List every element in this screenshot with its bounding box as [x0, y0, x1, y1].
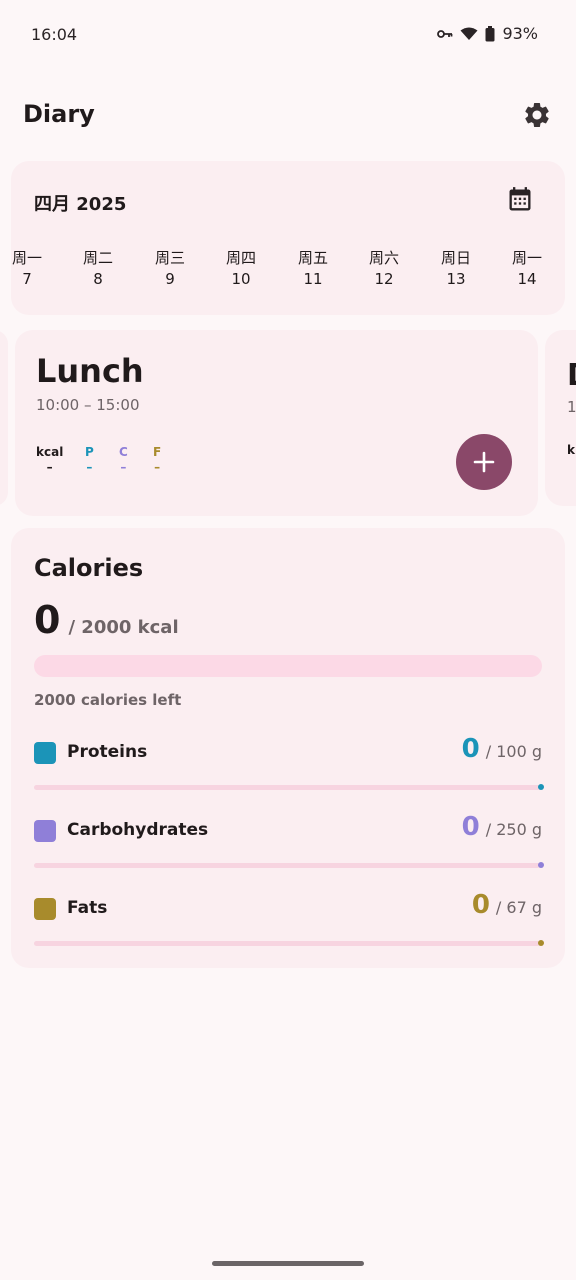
- nutrient-proteins: Proteins 0 / 100 g: [34, 734, 544, 800]
- nutrient-progress-bar: [34, 863, 540, 868]
- day-item[interactable]: 周一 14: [497, 248, 557, 290]
- nutrient-progress-bar: [34, 941, 540, 946]
- nutrient-goal: / 100 g: [485, 742, 542, 761]
- day-name: 周三: [154, 249, 185, 267]
- macro-value: –: [46, 460, 53, 474]
- calories-value: 0 / 2000 kcal: [34, 598, 179, 642]
- nutrient-value: 0: [461, 734, 480, 764]
- nutrient-label: Fats: [67, 898, 108, 918]
- top-app-bar: Diary: [0, 90, 576, 142]
- nutrient-values: 0 / 250 g: [462, 812, 542, 842]
- macro-value: –: [154, 460, 161, 474]
- macro-kcal: kcal –: [36, 444, 63, 474]
- day-name: 周一: [511, 249, 542, 267]
- next-meal-time: 1: [567, 398, 576, 416]
- nutrient-color-swatch: [34, 820, 56, 842]
- nutrient-value: 0: [471, 890, 490, 920]
- nutrient-progress-dot: [538, 862, 544, 868]
- day-number: 10: [231, 270, 251, 288]
- day-name: 周五: [297, 249, 328, 267]
- macro-value: –: [86, 460, 93, 474]
- macro-label: C: [119, 445, 128, 459]
- next-meal-title: D: [567, 358, 576, 393]
- day-item[interactable]: 周四 10: [211, 248, 271, 290]
- day-name: 周一: [11, 249, 42, 267]
- battery-icon: [485, 25, 495, 42]
- next-meal-card[interactable]: D 1 k: [545, 330, 576, 506]
- day-number: 14: [517, 270, 537, 288]
- calories-consumed: 0: [34, 598, 61, 642]
- gear-icon: [525, 103, 549, 127]
- day-item[interactable]: 周六 12: [354, 248, 414, 290]
- calories-summary-card: Calories 0 / 2000 kcal 2000 calories lef…: [11, 528, 565, 968]
- wifi-icon: [460, 27, 478, 41]
- open-calendar-button[interactable]: [503, 183, 537, 217]
- day-item[interactable]: 周五 11: [283, 248, 343, 290]
- status-bar: 16:04 93%: [0, 0, 576, 70]
- day-item[interactable]: 周一 7: [0, 248, 57, 290]
- nutrient-goal: / 250 g: [485, 820, 542, 839]
- calories-left-text: 2000 calories left: [34, 691, 182, 709]
- macro-label: kcal: [36, 445, 64, 459]
- day-item[interactable]: 周日 13: [426, 248, 486, 290]
- day-item[interactable]: 周二 8: [68, 248, 128, 290]
- macro-label: F: [153, 445, 162, 459]
- day-item[interactable]: 周三 9: [140, 248, 200, 290]
- day-number: 8: [93, 270, 103, 288]
- status-icons: 93%: [437, 24, 538, 43]
- nutrient-color-swatch: [34, 742, 56, 764]
- calendar-icon: [509, 187, 531, 211]
- status-time: 16:04: [31, 25, 78, 44]
- plus-icon: [473, 451, 495, 473]
- week-day-strip: 周一 7 周二 8 周三 9 周四 10 周五 11 周六 12 周日 13 周一 14: [0, 248, 576, 294]
- day-number: 7: [22, 270, 32, 288]
- nutrient-progress-bar: [34, 785, 540, 790]
- page-title: Diary: [23, 100, 95, 128]
- diary-screen: 16:04 93% Diary 四月 2025 周一 7 周二 8 周三 9 周…: [0, 0, 576, 1280]
- nutrient-progress-dot: [538, 784, 544, 790]
- nutrient-values: 0 / 100 g: [462, 734, 542, 764]
- calories-progress-bar: [34, 655, 542, 677]
- day-number: 13: [446, 270, 466, 288]
- gesture-navigation-bar[interactable]: [212, 1261, 364, 1266]
- calories-title: Calories: [34, 554, 144, 582]
- nutrient-values: 0 / 67 g: [472, 890, 542, 920]
- add-food-button[interactable]: [456, 434, 512, 490]
- meal-time-range: 10:00 – 15:00: [36, 396, 140, 414]
- settings-button[interactable]: [520, 98, 554, 132]
- macro-f: F –: [153, 444, 161, 474]
- vpn-key-icon: [437, 29, 453, 39]
- day-name: 周四: [225, 249, 256, 267]
- month-label: 四月 2025: [34, 194, 127, 215]
- week-calendar-card: 四月 2025 周一 7 周二 8 周三 9 周四 10 周五 11 周六 12 周日 13 周一 14: [11, 161, 565, 315]
- meal-card-lunch[interactable]: Lunch 10:00 – 15:00 kcal – P – C – F –: [15, 330, 538, 516]
- day-name: 周日: [440, 249, 471, 267]
- battery-level: 93%: [502, 24, 538, 43]
- day-number: 12: [374, 270, 394, 288]
- day-number: 11: [303, 270, 323, 288]
- day-number: 9: [165, 270, 175, 288]
- previous-meal-card[interactable]: [0, 330, 8, 506]
- macro-value: –: [120, 460, 127, 474]
- nutrient-goal: / 67 g: [495, 898, 542, 917]
- macro-label: P: [85, 445, 94, 459]
- nutrient-label: Carbohydrates: [67, 820, 209, 840]
- day-name: 周六: [368, 249, 399, 267]
- next-meal-kcal: k: [567, 443, 575, 457]
- nutrient-value: 0: [461, 812, 480, 842]
- nutrient-carbohydrates: Carbohydrates 0 / 250 g: [34, 812, 544, 878]
- macro-p: P –: [85, 444, 94, 474]
- nutrient-progress-dot: [538, 940, 544, 946]
- day-name: 周二: [82, 249, 113, 267]
- nutrient-fats: Fats 0 / 67 g: [34, 890, 544, 956]
- nutrient-color-swatch: [34, 898, 56, 920]
- macro-c: C –: [119, 444, 128, 474]
- meal-title: Lunch: [36, 352, 144, 390]
- nutrient-label: Proteins: [67, 742, 148, 762]
- calories-goal: / 2000 kcal: [68, 617, 179, 638]
